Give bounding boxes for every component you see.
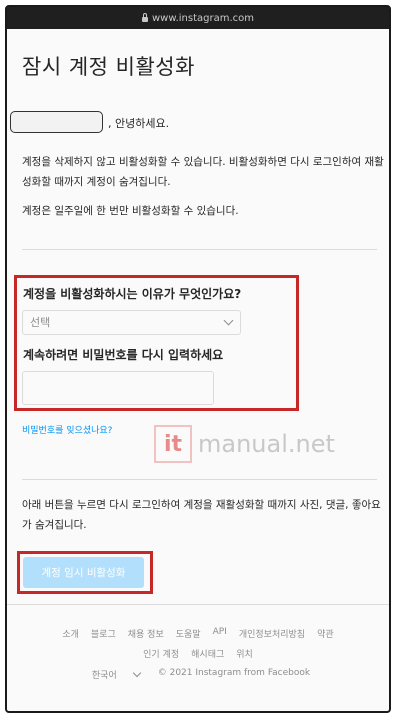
copyright-text: © 2021 Instagram from Facebook — [157, 668, 311, 678]
language-label: 한국어 — [91, 671, 117, 681]
divider — [22, 249, 377, 250]
url-bar[interactable]: www.instagram.com — [7, 7, 389, 29]
page-title: 잠시 계정 비활성화 — [22, 55, 195, 79]
footer-link-api[interactable]: API — [213, 627, 227, 640]
lock-icon — [141, 13, 148, 22]
footer-link-jobs[interactable]: 채용 정보 — [128, 627, 164, 640]
watermark: it manual.net — [154, 425, 335, 463]
footer-links-row-2: 인기 계정 해시태그 위치 — [7, 647, 389, 660]
forgot-password-link[interactable]: 비밀번호를 잊으셨나요? — [22, 423, 112, 436]
footer-links-row-1: 소개 블로그 채용 정보 도움말 API 개인정보처리방침 약관 — [7, 627, 389, 640]
footer-link-terms[interactable]: 약관 — [317, 627, 334, 640]
footer-link-help[interactable]: 도움말 — [176, 627, 201, 640]
password-input[interactable] — [22, 371, 214, 405]
info-paragraph-2: 계정은 일주일에 한 번만 비활성화할 수 있습니다. — [22, 205, 239, 217]
deactivate-button[interactable]: 계정 임시 비활성화 — [23, 557, 144, 588]
footer-link-hashtags[interactable]: 해시태그 — [191, 647, 224, 660]
footer-link-about[interactable]: 소개 — [62, 627, 79, 640]
divider — [22, 479, 377, 480]
url-text: www.instagram.com — [151, 12, 255, 24]
chevron-down-icon — [223, 315, 234, 326]
footer-link-top-accounts[interactable]: 인기 계정 — [143, 647, 179, 660]
redacted-username — [10, 111, 103, 133]
footer-link-privacy[interactable]: 개인정보처리방침 — [239, 627, 305, 640]
deactivate-page: 잠시 계정 비활성화 , 안녕하세요. 계정을 삭제하지 않고 비활성화할 수 … — [7, 29, 389, 711]
info-paragraph-1: 계정을 삭제하지 않고 비활성화할 수 있습니다. 비활성화하면 다시 로그인하… — [22, 156, 384, 188]
watermark-text: manual.net — [198, 430, 335, 458]
divider — [7, 604, 389, 605]
footer-link-blog[interactable]: 블로그 — [91, 627, 116, 640]
password-prompt-label: 계속하려면 비밀번호를 다시 입력하세요 — [23, 348, 224, 362]
language-select[interactable]: 한국어 — [86, 668, 146, 681]
watermark-logo: it — [154, 425, 192, 463]
phone-screen: www.instagram.com 잠시 계정 비활성화 , 안녕하세요. 계정… — [5, 5, 391, 713]
footer-bottom-row: 한국어 © 2021 Instagram from Facebook — [7, 668, 389, 681]
reason-question-label: 계정을 비활성화하시는 이유가 무엇인가요? — [23, 287, 242, 301]
reason-select[interactable]: 선택 — [22, 310, 241, 335]
reason-select-value: 선택 — [30, 316, 51, 329]
chevron-down-icon — [132, 668, 141, 678]
footer-link-locations[interactable]: 위치 — [236, 647, 253, 660]
info-paragraph-3: 아래 버튼을 누르면 다시 로그인하여 계정을 재활성화할 때까지 사진, 댓글… — [22, 499, 381, 531]
greeting-text: , 안녕하세요. — [108, 117, 170, 130]
